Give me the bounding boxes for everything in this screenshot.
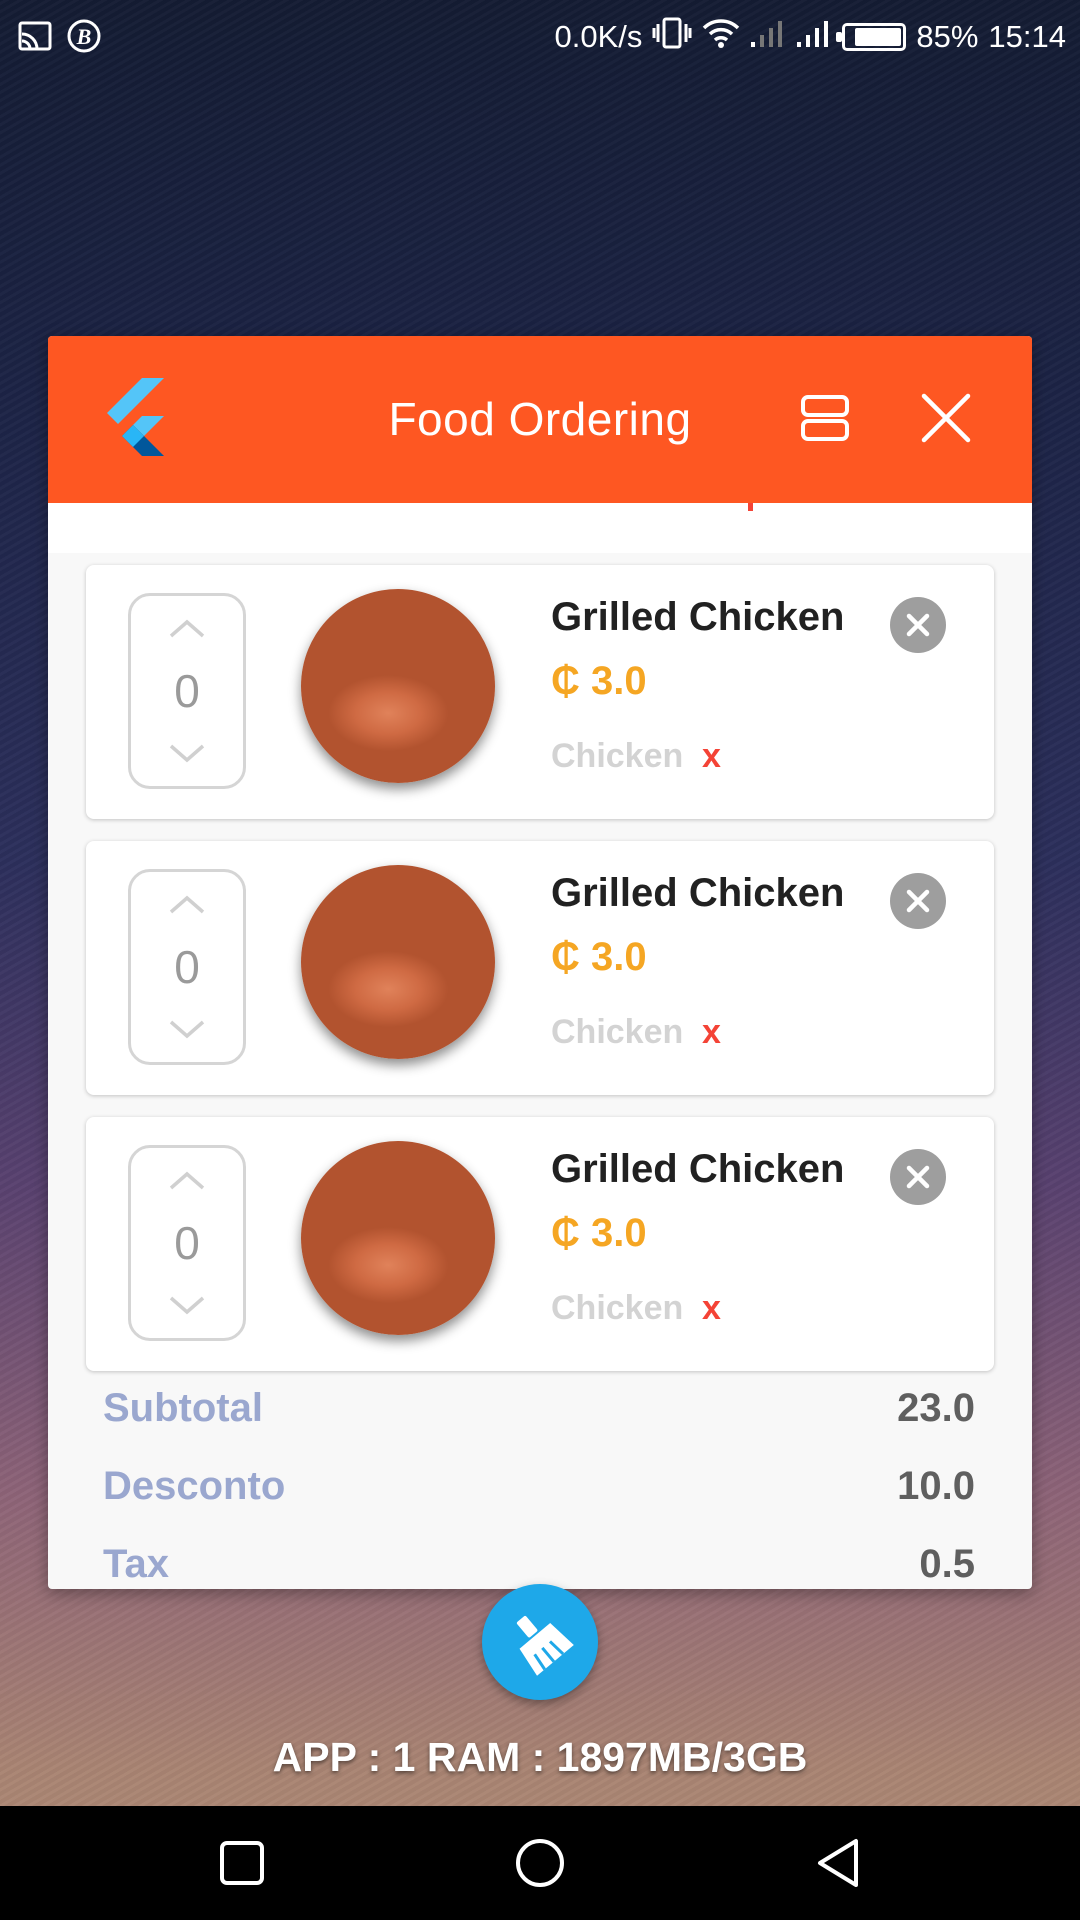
food-ordering-dialog: Food Ordering 0 Grilled Chicken ₵ 3.0 Ch… (48, 336, 1032, 1589)
navigation-bar (0, 1806, 1080, 1920)
quantity-value: 0 (174, 665, 200, 717)
cart-item: 0 Grilled Chicken ₵ 3.0 Chicken x (86, 565, 994, 819)
remove-tag-button[interactable]: x (702, 1013, 721, 1052)
chevron-up-icon[interactable] (167, 894, 207, 916)
close-icon (906, 613, 930, 637)
ram-overlay-text: APP : 1 RAM : 1897MB/3GB (272, 1734, 808, 1780)
battery-level-fill (855, 28, 902, 46)
item-tag: Chicken (551, 1013, 684, 1051)
item-tag: Chicken (551, 737, 684, 775)
home-circle-icon[interactable] (512, 1835, 568, 1891)
back-triangle-icon[interactable] (812, 1835, 868, 1891)
item-name: Grilled Chicken (551, 871, 845, 915)
close-icon (906, 889, 930, 913)
status-bar: B 0.0K/s 85% 15:14 (0, 0, 1080, 72)
app-title: Food Ordering (388, 393, 692, 445)
clean-button[interactable] (482, 1584, 598, 1700)
summary-label: Subtotal (103, 1386, 263, 1430)
quantity-stepper: 0 (128, 593, 246, 789)
food-image (301, 1141, 495, 1335)
cart-item: 0 Grilled Chicken ₵ 3.0 Chicken x (86, 1117, 994, 1371)
item-tag: Chicken (551, 1289, 684, 1327)
remove-item-button[interactable] (890, 1149, 946, 1205)
remove-item-button[interactable] (890, 873, 946, 929)
signal-icon (796, 18, 832, 56)
summary-row-tax: Tax 0.5 (103, 1542, 975, 1589)
chevron-up-icon[interactable] (167, 1170, 207, 1192)
tab-strip (48, 503, 1032, 553)
chevron-down-icon[interactable] (167, 742, 207, 764)
b-badge-icon: B (66, 18, 102, 62)
battery-icon (836, 23, 907, 51)
cast-icon (18, 21, 52, 59)
battery-percent: 85% (916, 19, 979, 54)
remove-tag-button[interactable]: x (702, 1289, 721, 1328)
close-icon (906, 1165, 930, 1189)
food-image (301, 589, 495, 783)
quantity-stepper: 0 (128, 1145, 246, 1341)
network-speed: 0.0K/s (554, 19, 643, 54)
recents-square-icon[interactable] (214, 1835, 270, 1891)
summary-value: 23.0 (897, 1386, 975, 1430)
clock: 15:14 (988, 19, 1066, 54)
summary-value: 10.0 (897, 1464, 975, 1508)
summary-row-subtotal: Subtotal 23.0 (103, 1386, 975, 1442)
summary-value: 0.5 (919, 1542, 975, 1586)
quantity-stepper: 0 (128, 869, 246, 1065)
item-name: Grilled Chicken (551, 1147, 845, 1191)
summary-label: Desconto (103, 1464, 286, 1508)
vibrate-icon (652, 16, 692, 58)
broom-clean-icon (516, 1615, 574, 1676)
chevron-down-icon[interactable] (167, 1018, 207, 1040)
chevron-down-icon[interactable] (167, 1294, 207, 1316)
signal-icon (750, 18, 786, 56)
svg-text:B: B (76, 24, 92, 49)
item-price: ₵ 3.0 (551, 659, 647, 703)
close-icon[interactable] (920, 392, 972, 444)
summary-row-desconto: Desconto 10.0 (103, 1464, 975, 1520)
view-agenda-icon[interactable] (800, 394, 850, 442)
remove-tag-button[interactable]: x (702, 737, 721, 776)
quantity-value: 0 (174, 941, 200, 993)
item-price: ₵ 3.0 (551, 935, 647, 979)
remove-item-button[interactable] (890, 597, 946, 653)
summary-label: Tax (103, 1542, 169, 1586)
tab-indicator (748, 503, 753, 511)
food-image (301, 865, 495, 1059)
cart-item: 0 Grilled Chicken ₵ 3.0 Chicken x (86, 841, 994, 1095)
wifi-icon (702, 17, 740, 57)
app-bar: Food Ordering (48, 336, 1032, 503)
item-name: Grilled Chicken (551, 595, 845, 639)
chevron-up-icon[interactable] (167, 618, 207, 640)
quantity-value: 0 (174, 1217, 200, 1269)
item-price: ₵ 3.0 (551, 1211, 647, 1255)
